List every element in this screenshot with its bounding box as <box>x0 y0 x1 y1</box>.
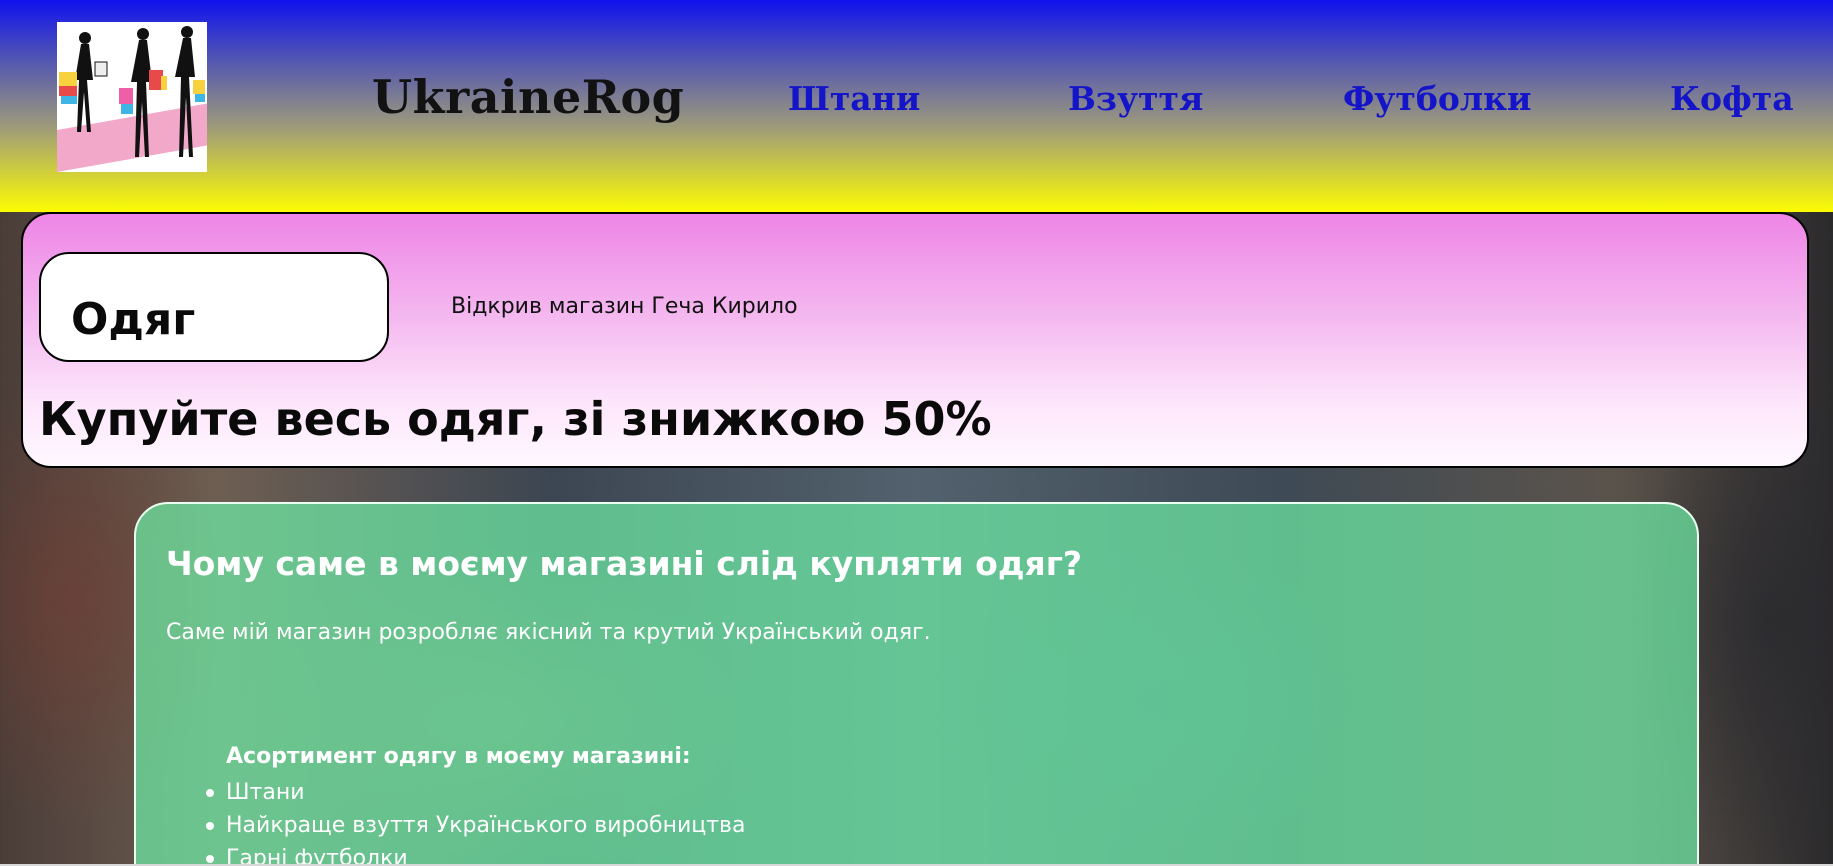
brand-name: UkraineRog <box>372 70 685 124</box>
nav-link-shoes[interactable]: Взуття <box>1068 79 1203 118</box>
hero-banner: Одяг Відкрив магазин Геча Кирило Купуйте… <box>21 212 1809 468</box>
site-header: UkraineRog Штани Взуття Футболки Кофта <box>0 0 1833 212</box>
nav-link-sweaters[interactable]: Кофта <box>1670 79 1794 118</box>
category-title: Одяг <box>71 294 196 345</box>
assortment-list: Штани Найкраще взуття Українського вироб… <box>205 776 745 866</box>
nav-link-pants[interactable]: Штани <box>788 79 920 118</box>
shopping-women-silhouettes-icon <box>59 26 205 157</box>
shopping-women-logo[interactable] <box>57 22 207 172</box>
list-item: Гарні футболки <box>205 842 745 866</box>
why-us-panel: Чому саме в моєму магазині слід купляти … <box>134 502 1699 866</box>
category-badge: Одяг <box>39 252 389 362</box>
discount-headline: Купуйте весь одяг, зі знижкою 50% <box>39 392 992 446</box>
nav-link-tshirts[interactable]: Футболки <box>1343 79 1531 118</box>
why-us-text: Саме мій магазин розробляє якісний та кр… <box>166 620 931 645</box>
assortment-title: Асортимент одягу в моєму магазині: <box>226 744 691 769</box>
list-item: Штани <box>205 776 745 809</box>
list-item: Найкраще взуття Українського виробництва <box>205 809 745 842</box>
why-us-title: Чому саме в моєму магазині слід купляти … <box>166 544 1083 583</box>
shop-owner-text: Відкрив магазин Геча Кирило <box>451 294 798 319</box>
